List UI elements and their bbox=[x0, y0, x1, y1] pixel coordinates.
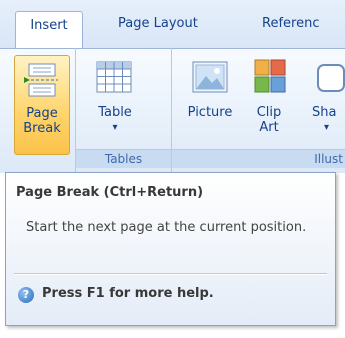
tab-page-layout[interactable]: Page Layout bbox=[118, 16, 198, 31]
shapes-button[interactable]: Sha ▾ bbox=[310, 55, 345, 147]
clip-art-label-line1: Clip bbox=[256, 105, 282, 120]
tab-insert-label: Insert bbox=[30, 18, 68, 33]
table-dropdown-arrow-icon: ▾ bbox=[112, 122, 118, 133]
tooltip-help-text: Press F1 for more help. bbox=[42, 286, 214, 301]
tab-page-layout-label: Page Layout bbox=[118, 16, 198, 31]
group-tables-label: Tables bbox=[76, 149, 171, 168]
page-break-button[interactable]: Page Break bbox=[14, 55, 70, 155]
ribbon-tab-strip: Insert Page Layout Referenc bbox=[0, 0, 345, 49]
tab-insert[interactable]: Insert bbox=[15, 11, 83, 49]
tooltip-title: Page Break (Ctrl+Return) bbox=[16, 185, 204, 200]
table-button[interactable]: Table ▾ bbox=[84, 55, 146, 147]
shapes-icon bbox=[317, 64, 345, 92]
picture-button[interactable]: Picture bbox=[178, 55, 242, 147]
clip-art-label-line2: Art bbox=[259, 120, 279, 135]
page-break-label-line1: Page bbox=[26, 106, 58, 121]
shapes-dropdown-arrow-icon: ▾ bbox=[324, 122, 330, 133]
clip-art-icon bbox=[254, 59, 286, 93]
table-icon bbox=[96, 61, 132, 93]
page-break-label-line2: Break bbox=[23, 121, 61, 136]
picture-icon bbox=[192, 61, 228, 93]
group-illustrations-label: Illust bbox=[172, 149, 345, 168]
tab-references-label: Referenc bbox=[262, 16, 320, 31]
tooltip-description: Start the next page at the current posit… bbox=[26, 220, 307, 235]
help-icon: ? bbox=[18, 287, 34, 303]
clip-art-button[interactable]: Clip Art bbox=[244, 55, 294, 147]
page-break-icon bbox=[24, 63, 58, 97]
tab-references[interactable]: Referenc bbox=[262, 16, 319, 31]
page-break-tooltip: Page Break (Ctrl+Return) Start the next … bbox=[5, 172, 336, 326]
picture-label: Picture bbox=[187, 105, 233, 120]
shapes-label: Sha bbox=[312, 105, 337, 120]
table-label: Table bbox=[98, 105, 132, 120]
tooltip-divider bbox=[14, 273, 327, 275]
